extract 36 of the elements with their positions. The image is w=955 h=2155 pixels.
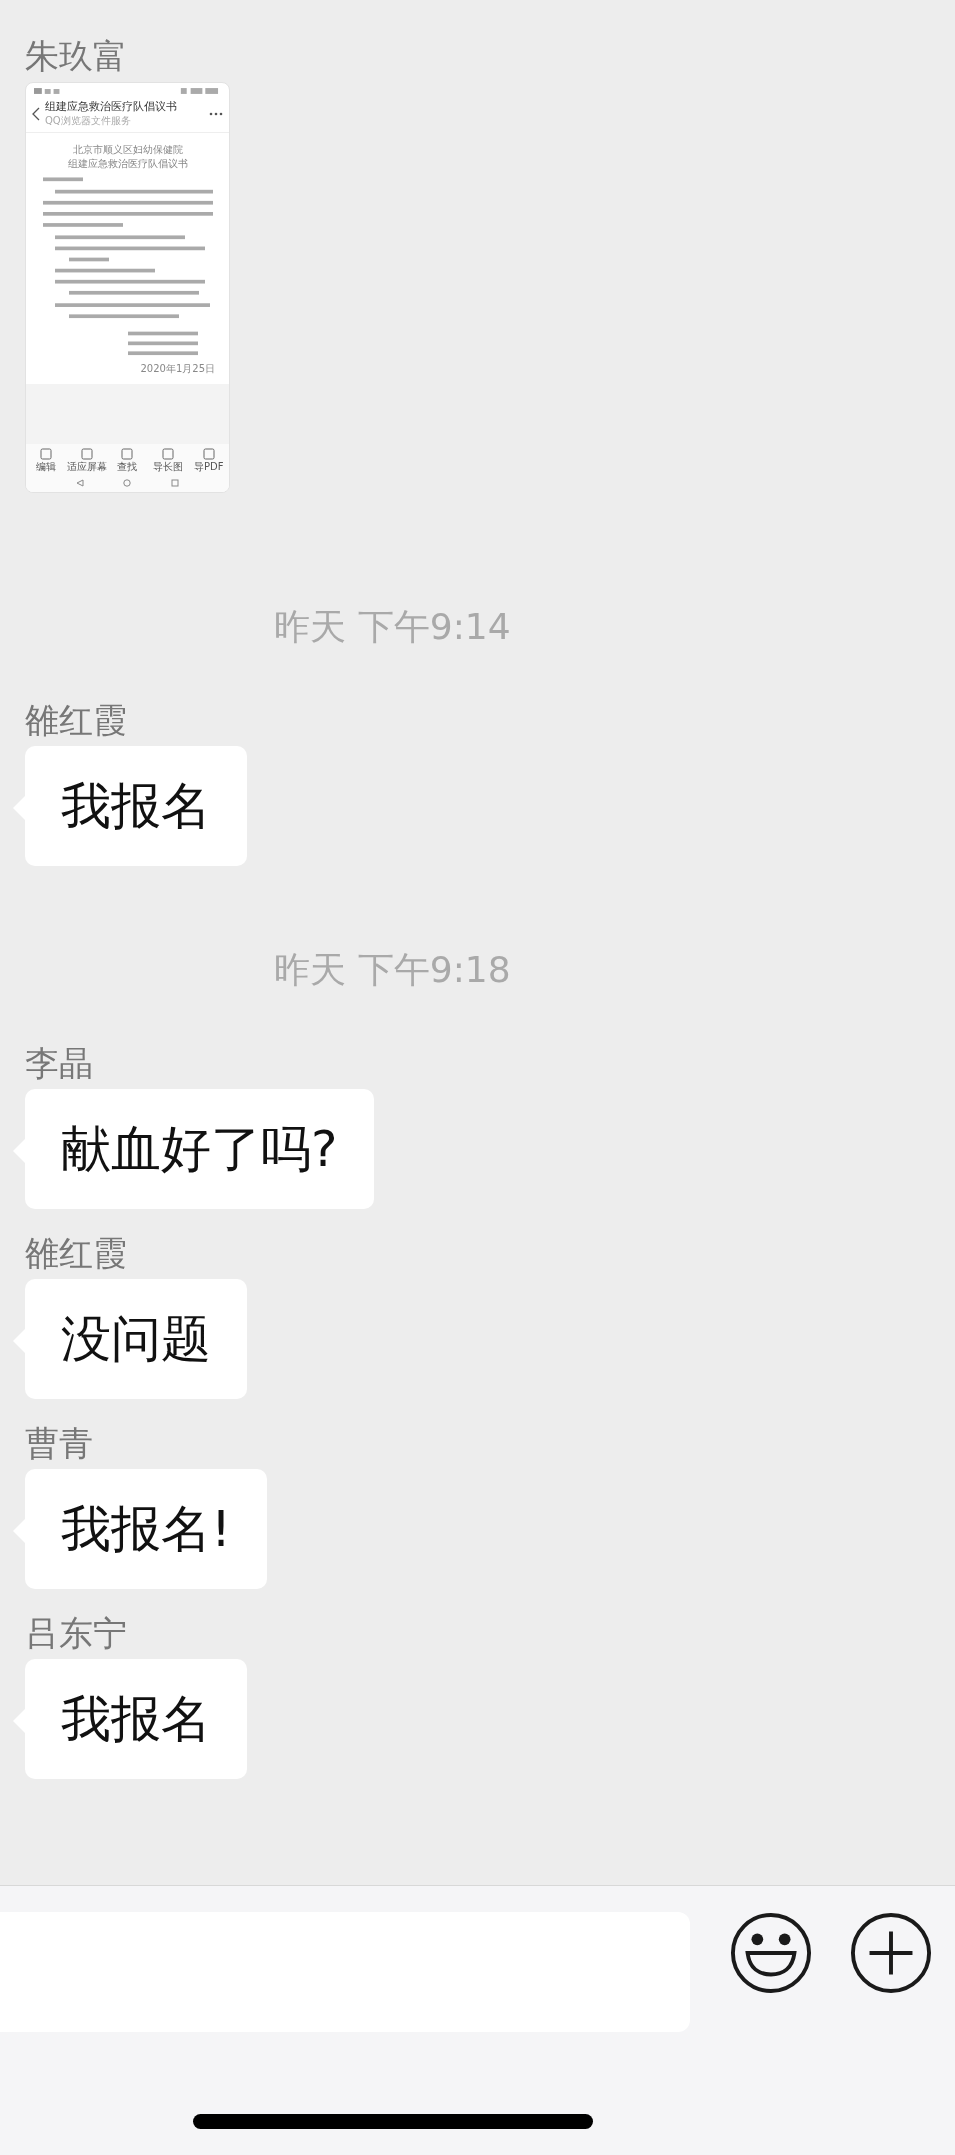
document-heading: 组建应急救治医疗队倡议书 [67,157,188,171]
document-title: 组建应急救治医疗队倡议书 [45,99,178,114]
document-source: QQ浏览器文件服务 [45,114,132,128]
document-screenshot[interactable]: 组建应急救治医疗队倡议书 QQ浏览器文件服务 北京市顺义区妇幼保健院 组建应急救治医疗队倡议书 2020年1月25日 编辑 适应屏幕 查找 导长图 导PDF [25,82,230,493]
sender-name: 曹青 [25,1423,93,1463]
message-bubble[interactable]: 我报名 [25,746,247,866]
back-icon[interactable] [32,106,40,121]
square-icon [121,448,134,460]
document-heading: 北京市顺义区妇幼保健院 [72,143,183,157]
message-bubble[interactable]: 我报名 [25,1659,247,1779]
sender-name: 吕东宁 [25,1613,127,1653]
square-icon [40,448,53,460]
message-bubble[interactable]: 我报名! [25,1469,268,1589]
back-nav-icon[interactable] [75,479,84,487]
recents-nav-icon[interactable] [171,479,180,487]
sender-name: 雒红霞 [25,700,127,740]
square-icon [80,448,93,460]
sender-name: 朱玖富 [25,36,127,76]
message-bubble[interactable]: 没问题 [25,1279,247,1399]
plus-icon[interactable] [850,1912,932,1994]
toolbar-button[interactable]: 导PDF [188,448,229,474]
square-icon [162,448,175,460]
toolbar-button[interactable]: 编辑 [26,448,67,474]
sender-name: 雒红霞 [25,1233,127,1273]
home-nav-icon[interactable] [123,479,132,487]
toolbar-button[interactable]: 适应屏幕 [66,448,108,474]
timestamp: 昨天 下午9:14 [274,605,511,649]
toolbar-button[interactable]: 导长图 [147,448,189,474]
document-date: 2020年1月25日 [140,362,215,376]
timestamp: 昨天 下午9:18 [274,948,511,992]
toolbar-button[interactable]: 查找 [107,448,148,474]
emoji-icon[interactable] [730,1912,812,1994]
square-icon [202,448,215,460]
sender-name: 李晶 [25,1043,93,1083]
more-icon[interactable] [209,111,223,116]
message-bubble[interactable]: 献血好了吗? [25,1089,374,1209]
